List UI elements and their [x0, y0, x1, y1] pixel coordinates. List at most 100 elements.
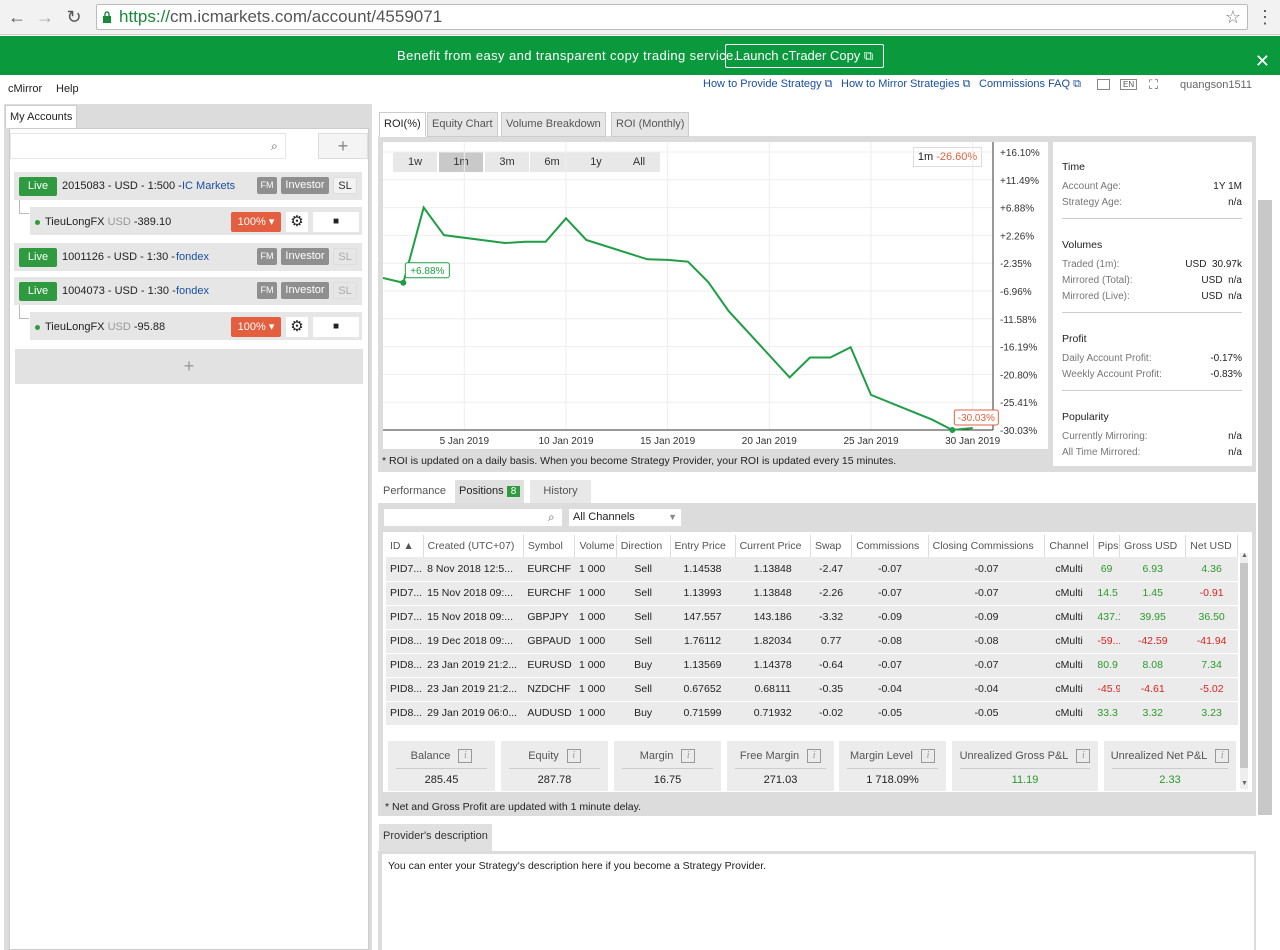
fm-button[interactable]: FM [257, 248, 277, 265]
column-header[interactable]: Pips [1093, 535, 1121, 557]
fullscreen-icon[interactable]: ⛶ [1149, 78, 1158, 91]
investor-button[interactable]: Investor [281, 282, 329, 299]
table-cell: -0.07 [928, 653, 1045, 678]
search-icon[interactable]: ⌕ [271, 139, 278, 154]
channel-select[interactable]: All Channels ▼ [568, 508, 682, 527]
column-header[interactable]: Created (UTC+07) [423, 535, 524, 557]
menu-help[interactable]: Help [56, 83, 79, 95]
how-to-mirror-link[interactable]: How to Mirror Strategies ⧉ [841, 78, 971, 91]
annotation-label: +6.88% [410, 266, 444, 277]
settings-gear-icon[interactable]: ⚙ [286, 212, 308, 232]
address-bar[interactable]: https://cm.icmarkets.com/account/4559071… [96, 4, 1248, 30]
settings-gear-icon[interactable]: ⚙ [286, 317, 308, 337]
scroll-up-icon[interactable]: ▲ [1241, 552, 1248, 559]
bookmark-star-icon[interactable]: ☆ [1225, 5, 1241, 29]
column-header[interactable]: Symbol [523, 535, 576, 557]
table-cell: 4.36 [1185, 557, 1238, 582]
column-header[interactable]: ID ▲ [386, 535, 424, 557]
info-icon[interactable]: i [566, 749, 581, 763]
column-header[interactable]: Closing Commissions [928, 535, 1046, 557]
broker-name: IC Markets [182, 180, 236, 192]
column-header[interactable]: Gross USD [1119, 535, 1187, 557]
strategy-pnl: -95.88 [133, 321, 166, 333]
column-header[interactable]: Volume [574, 535, 617, 557]
tab-roi-monthly[interactable]: ROI (Monthly) [611, 112, 690, 137]
investor-button[interactable]: Investor [281, 248, 329, 265]
tab-my-accounts[interactable]: My Accounts [5, 105, 78, 128]
divider [1062, 312, 1242, 313]
allocation-dropdown[interactable]: 100% ▾ [231, 212, 281, 232]
launch-ctrader-copy-button[interactable]: Launch cTrader Copy ⧉ [725, 44, 884, 68]
divider [960, 768, 1090, 769]
info-icon[interactable]: i [1215, 749, 1230, 763]
column-header[interactable]: Entry Price [670, 535, 736, 557]
table-cell: 1.13848 [735, 557, 811, 582]
divider [1062, 218, 1242, 219]
column-header[interactable]: Swap [810, 535, 853, 557]
table-row[interactable]: PID8... 29 Jan 2019 06:0... AUDUSD 1 000 Buy… [386, 701, 1238, 726]
table-row[interactable]: PID8... 19 Dec 2018 09:... GBPAUD 1 000 Sell… [386, 629, 1238, 654]
sl-button[interactable]: SL [333, 248, 357, 265]
info-icon[interactable]: i [1076, 749, 1091, 763]
table-cell: NZDCHF [523, 677, 575, 702]
summary-label: Free Margin i [727, 749, 834, 763]
info-icon[interactable]: i [681, 749, 696, 763]
add-account-button[interactable]: + [318, 133, 368, 159]
fm-button[interactable]: FM [257, 282, 277, 299]
description-text: You can enter your Strategy's descriptio… [382, 854, 1254, 950]
divider [1062, 390, 1242, 391]
stop-button[interactable]: ■ [313, 317, 359, 337]
sl-button[interactable]: SL [333, 177, 357, 194]
summary-label: Equity i [501, 749, 608, 763]
positions-search-input[interactable] [383, 508, 563, 527]
mirrored-total-label: Mirrored (Total): [1062, 275, 1133, 286]
search-icon[interactable]: ⌕ [548, 510, 555, 525]
summary-card: Margin Level i 1 718.09% [839, 741, 946, 791]
add-mirror-button[interactable]: + [15, 349, 363, 384]
data-point [400, 279, 407, 286]
column-header[interactable]: Channel [1044, 535, 1094, 557]
table-scrollbar[interactable] [1240, 553, 1248, 789]
windows-icon[interactable] [1097, 79, 1110, 90]
close-icon[interactable]: ✕ [1255, 52, 1270, 70]
tab-history[interactable]: History [530, 480, 591, 504]
fm-button[interactable]: FM [257, 177, 277, 194]
sl-button[interactable]: SL [333, 282, 357, 299]
scroll-thumb[interactable] [1240, 563, 1248, 768]
table-row[interactable]: PID8... 23 Jan 2019 21:2... EURUSD 1 000 Buy… [386, 653, 1238, 678]
column-header[interactable]: Net USD [1185, 535, 1238, 557]
forward-icon[interactable]: → [34, 6, 56, 28]
tab-roi[interactable]: ROI(%) [379, 112, 426, 137]
commissions-faq-link[interactable]: Commissions FAQ ⧉ [979, 78, 1081, 91]
info-icon[interactable]: i [807, 749, 822, 763]
tab-equity-chart[interactable]: Equity Chart [427, 112, 498, 137]
page-scrollbar[interactable] [1258, 200, 1272, 815]
tab-volume-breakdown[interactable]: Volume Breakdown [501, 112, 606, 137]
column-header[interactable]: Commissions [851, 535, 929, 557]
how-to-provide-link[interactable]: How to Provide Strategy ⧉ [703, 78, 833, 91]
stop-button[interactable]: ■ [313, 212, 359, 232]
reload-icon[interactable]: ↻ [63, 6, 85, 28]
info-icon[interactable]: i [920, 749, 935, 763]
allocation-dropdown[interactable]: 100% ▾ [231, 317, 281, 337]
table-cell: -41.94 [1185, 629, 1238, 654]
table-row[interactable]: PID7... 15 Nov 2018 09:... GBPJPY 1 000 Sell… [386, 605, 1238, 630]
username[interactable]: quangson1511 [1180, 79, 1252, 91]
account-search-input[interactable] [10, 133, 286, 159]
info-icon[interactable]: i [458, 749, 473, 763]
tab-performance[interactable]: Performance [379, 480, 450, 504]
back-icon[interactable]: ← [6, 6, 28, 28]
menu-cmirror[interactable]: cMirror [8, 83, 42, 95]
table-row[interactable]: PID8... 23 Jan 2019 21:2... NZDCHF 1 000 Sel… [386, 677, 1238, 702]
table-row[interactable]: PID7... 8 Nov 2018 12:5... EURCHF 1 000 Sell… [386, 557, 1238, 582]
tab-positions[interactable]: Positions 8 [455, 480, 525, 504]
table-row[interactable]: PID7... 15 Nov 2018 09:... EURCHF 1 000 Sell… [386, 581, 1238, 606]
column-header[interactable]: Current Price [735, 535, 811, 557]
column-header[interactable]: Direction [616, 535, 671, 557]
tab-providers-description[interactable]: Provider's description [379, 824, 492, 852]
language-button[interactable]: EN [1120, 79, 1138, 90]
scroll-down-icon[interactable]: ▼ [1241, 780, 1248, 787]
y-tick-label: -6.96% [1000, 287, 1032, 298]
investor-button[interactable]: Investor [281, 177, 329, 194]
menu-icon[interactable]: ⋮ [1254, 6, 1276, 28]
